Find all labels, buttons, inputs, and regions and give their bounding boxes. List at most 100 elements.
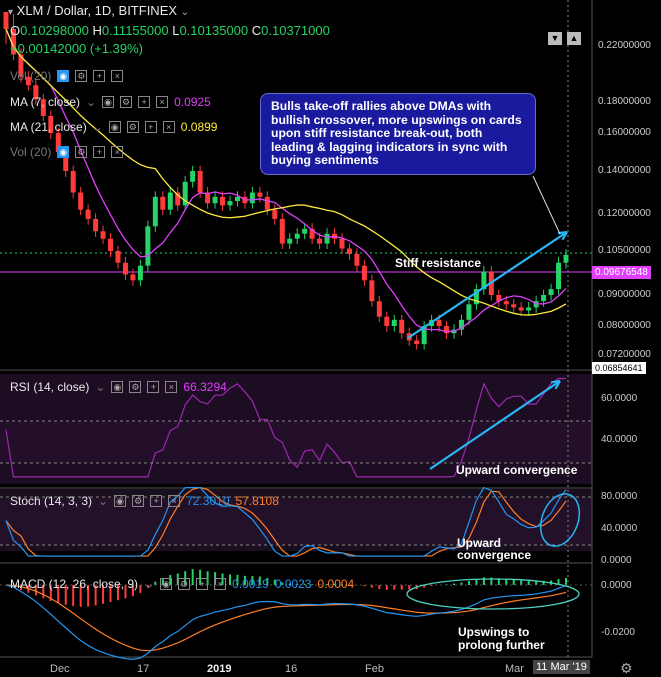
candle-body: [160, 196, 166, 210]
candle-body: [220, 196, 226, 206]
close-icon[interactable]: ×: [168, 495, 181, 507]
candle-body: [563, 254, 569, 263]
candle-body: [137, 265, 143, 281]
candle-body: [466, 304, 472, 320]
ohlc-row: O0.10298000 H0.11155000 L0.10135000 C0.1…: [10, 23, 330, 38]
candle-body: [354, 253, 360, 266]
candle-body: [391, 319, 397, 326]
close-icon[interactable]: ×: [111, 146, 124, 158]
stoch-convergence-annotation-2: convergence: [457, 548, 532, 562]
price-tick: 0.22000000: [598, 40, 651, 51]
candle-body: [197, 171, 203, 193]
candle-body: [317, 238, 323, 244]
candle-body: [369, 280, 375, 302]
candle-body: [279, 218, 285, 244]
candle-body: [272, 209, 278, 219]
candle-body: [130, 274, 136, 281]
eye-icon[interactable]: ◉: [114, 495, 127, 507]
price-tick: 0.12000000: [598, 208, 651, 219]
candle-body: [346, 248, 352, 254]
price-tick: 0.10500000: [598, 245, 651, 256]
eye-icon[interactable]: ◉: [57, 146, 70, 158]
collapse-icon[interactable]: ▾: [8, 7, 13, 18]
rsi-tick: 40.0000: [601, 434, 638, 445]
symbol-title[interactable]: ▾ XLM / Dollar, 1D, BITFINEX ⌄: [8, 3, 189, 18]
macd-annotation-1: Upswings to: [458, 625, 530, 639]
chevron-down-icon[interactable]: ⌄: [181, 7, 189, 18]
add-icon[interactable]: +: [144, 121, 157, 133]
candle-body: [414, 340, 420, 345]
candle-body: [108, 238, 114, 251]
callout-pointer: [532, 175, 561, 235]
add-icon[interactable]: +: [196, 578, 209, 590]
indicator-vol-2[interactable]: Vol (20) ◉ ⚙ + ×: [10, 145, 124, 159]
add-icon[interactable]: +: [147, 381, 160, 393]
candle-body: [287, 238, 293, 244]
settings-icon[interactable]: ⚙: [75, 146, 88, 158]
price-change: +0.00142000 (+1.39%): [10, 41, 143, 56]
eye-icon[interactable]: ◉: [57, 70, 70, 82]
indicator-rsi[interactable]: RSI (14, close) ⌄ ◉ ⚙ + × 66.3294: [10, 380, 227, 394]
indicator-vol[interactable]: Vol (20) ◉ ⚙ + ×: [10, 69, 124, 83]
indicator-stoch[interactable]: Stoch (14, 3, 3) ⌄ ◉ ⚙ + × 72.3010 57.8108: [10, 494, 279, 508]
indicator-macd[interactable]: MACD (12, 26, close, 9) ⌄ ◉ ⚙ + × 0.0019 0.0…: [10, 577, 354, 591]
indicator-ma21[interactable]: MA (21, close) ⌄ ◉ ⚙ + × 0.0899: [10, 120, 217, 134]
x-tick: Mar: [505, 663, 524, 675]
settings-icon[interactable]: ⚙: [120, 96, 133, 108]
x-tick: 16: [285, 663, 298, 675]
candle-body: [167, 192, 173, 210]
candle-body: [541, 295, 547, 302]
eye-icon[interactable]: ◉: [160, 578, 173, 590]
add-icon[interactable]: +: [93, 70, 106, 82]
candle-body: [548, 289, 554, 295]
x-tick: 17: [137, 663, 150, 675]
price-tick: 0.08000000: [598, 320, 651, 331]
add-icon[interactable]: +: [150, 495, 163, 507]
close-icon[interactable]: ×: [156, 96, 169, 108]
candle-body: [436, 319, 442, 326]
eye-icon[interactable]: ◉: [102, 96, 115, 108]
scale-up-button[interactable]: ▲: [567, 32, 581, 45]
candle-body: [339, 238, 345, 249]
candle-body: [511, 304, 517, 308]
candle-body: [152, 196, 158, 227]
candle-body: [70, 171, 76, 193]
current-date-badge: 11 Mar '19: [533, 660, 590, 674]
price-tick: 0.18000000: [598, 96, 651, 107]
add-icon[interactable]: +: [93, 146, 106, 158]
settings-icon[interactable]: ⚙: [126, 121, 139, 133]
eye-icon[interactable]: ◉: [111, 381, 124, 393]
resistance-annotation: Stiff resistance: [395, 256, 482, 270]
stoch-tick: 40.0000: [601, 523, 638, 534]
close-icon[interactable]: ×: [165, 381, 178, 393]
macd-highlight-ellipse: [406, 578, 580, 610]
settings-icon[interactable]: ⚙: [129, 381, 142, 393]
price-tick: 0.14000000: [598, 165, 651, 176]
settings-gear-icon[interactable]: ⚙: [620, 660, 633, 677]
settings-icon[interactable]: ⚙: [132, 495, 145, 507]
candle-body: [115, 251, 121, 263]
macd-tick: -0.0200: [601, 627, 635, 638]
macd-tick: 0.0000: [601, 580, 632, 591]
indicator-ma7[interactable]: MA (7, close) ⌄ ◉ ⚙ + × 0.0925: [10, 95, 211, 109]
close-icon[interactable]: ×: [111, 70, 124, 82]
x-tick: Feb: [365, 663, 384, 675]
x-tick: Dec: [50, 663, 70, 675]
price-tick: 0.09000000: [598, 289, 651, 300]
settings-icon[interactable]: ⚙: [178, 578, 191, 590]
settings-icon[interactable]: ⚙: [75, 70, 88, 82]
add-icon[interactable]: +: [138, 96, 151, 108]
candle-body: [78, 192, 84, 210]
low-price-badge: 0.06854641: [592, 362, 646, 374]
candle-body: [503, 301, 509, 305]
candle-body: [257, 192, 263, 197]
eye-icon[interactable]: ◉: [108, 121, 121, 133]
stoch-tick: 0.0000: [601, 555, 632, 566]
candle-body: [264, 196, 270, 210]
scale-down-button[interactable]: ▼: [548, 32, 562, 45]
candle-body: [361, 265, 367, 281]
close-icon[interactable]: ×: [214, 578, 227, 590]
price-tick: 0.07200000: [598, 349, 651, 360]
close-icon[interactable]: ×: [162, 121, 175, 133]
current-price-badge: 0.09676548: [592, 266, 651, 279]
